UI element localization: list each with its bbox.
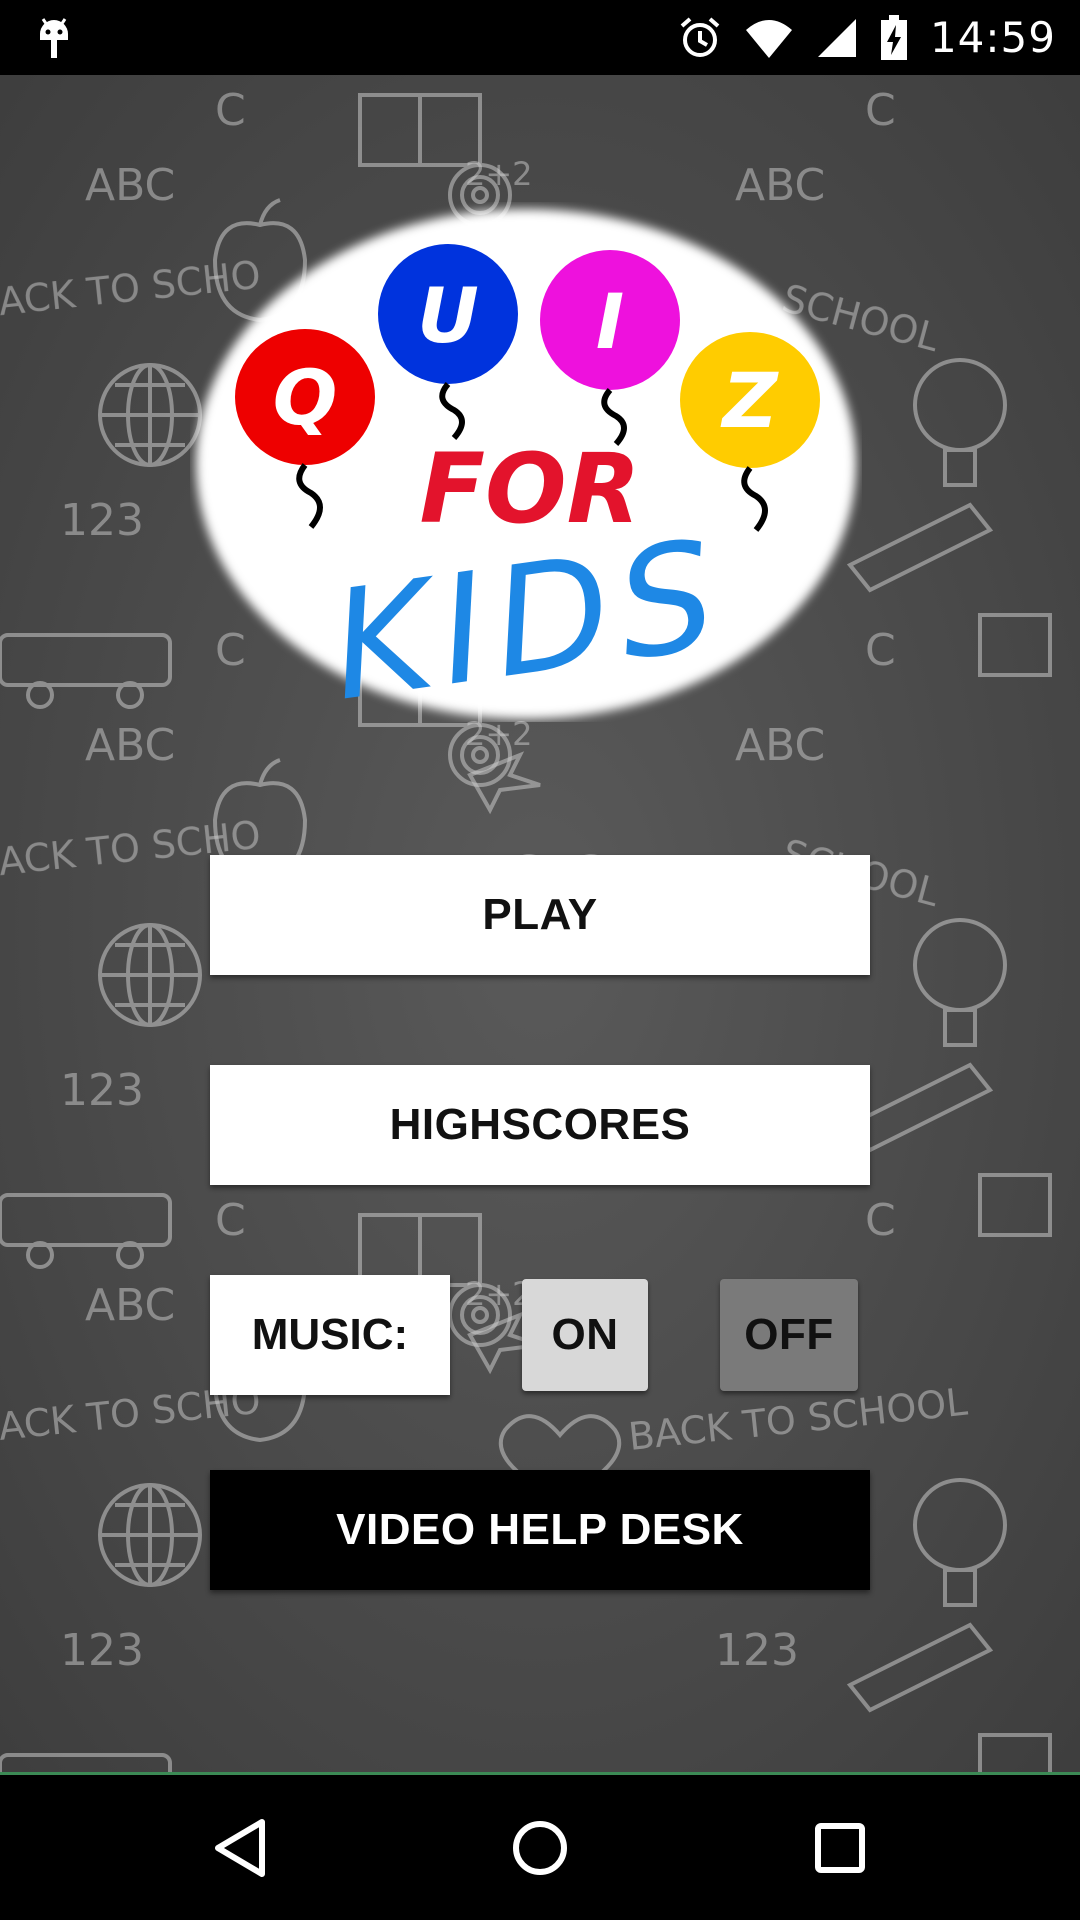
android-debug-icon: [34, 14, 74, 60]
battery-charging-icon: [880, 14, 908, 61]
cell-signal-icon: [816, 17, 858, 59]
video-help-desk-button[interactable]: VIDEO HELP DESK: [210, 1470, 870, 1590]
svg-text:C: C: [865, 625, 896, 676]
play-button[interactable]: PLAY: [210, 855, 870, 975]
recents-button[interactable]: [760, 1775, 920, 1920]
status-clock: 14:59: [929, 13, 1056, 62]
svg-text:C: C: [215, 1195, 246, 1246]
svg-text:ABC: ABC: [85, 160, 175, 211]
back-button[interactable]: [160, 1775, 320, 1920]
svg-text:123: 123: [60, 495, 144, 546]
wifi-icon: [744, 18, 794, 58]
balloon-i-letter: I: [596, 277, 624, 366]
svg-text:ABC: ABC: [85, 720, 175, 771]
svg-text:123: 123: [715, 1625, 799, 1676]
svg-text:123: 123: [60, 1065, 144, 1116]
music-on-button[interactable]: ON: [522, 1279, 648, 1391]
alarm-icon: [678, 16, 722, 60]
svg-text:ABC: ABC: [735, 720, 825, 771]
music-off-button[interactable]: OFF: [720, 1279, 858, 1391]
svg-text:C: C: [215, 85, 246, 136]
balloon-z-letter: Z: [720, 356, 779, 445]
back-triangle-icon: [215, 1818, 265, 1877]
home-circle-icon: [513, 1820, 567, 1875]
music-label: MUSIC:: [210, 1275, 450, 1395]
svg-text:C: C: [865, 1195, 896, 1246]
balloon-q-letter: Q: [273, 353, 338, 442]
highscores-button[interactable]: HIGHSCORES: [210, 1065, 870, 1185]
home-button[interactable]: [460, 1775, 620, 1920]
navigation-bar: [0, 1775, 1080, 1920]
svg-text:2+2: 2+2: [465, 155, 533, 193]
quiz-for-kids-logo: Q U I Z FOR KIDS: [196, 209, 856, 722]
status-icons: 14:59: [656, 0, 1056, 75]
balloon-u-letter: U: [417, 271, 479, 360]
status-bar: 14:59: [0, 0, 1080, 75]
main-menu: ABC ABC ABC ABC ABC ABC C C C C C C 123 …: [0, 75, 1080, 1775]
recents-square-icon: [815, 1822, 865, 1873]
app-screen: 14:59 ABC ABC ABC ABC ABC C C C C C C 12…: [0, 0, 1080, 1920]
svg-text:ABC: ABC: [85, 1280, 175, 1331]
svg-text:123: 123: [60, 1625, 144, 1676]
svg-text:C: C: [865, 85, 896, 136]
